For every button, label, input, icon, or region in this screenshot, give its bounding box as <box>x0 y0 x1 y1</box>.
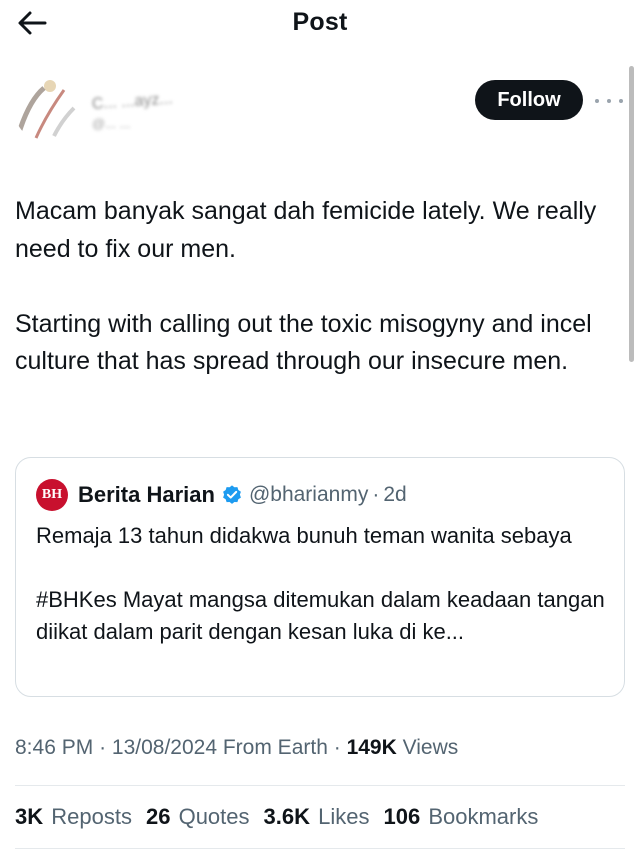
author-avatar[interactable] <box>14 76 80 142</box>
post-paragraph: Starting with calling out the toxic miso… <box>15 309 592 376</box>
engagement-stats: 3K Reposts 26 Quotes 3.6K Likes 106 Book… <box>15 804 552 830</box>
divider <box>15 785 625 786</box>
more-options-button[interactable] <box>595 94 623 108</box>
separator-dot: · <box>99 736 107 759</box>
avatar-image <box>14 76 80 142</box>
berita-harian-logo: BH <box>36 479 68 511</box>
reposts-stat[interactable]: 3K Reposts <box>15 804 132 830</box>
views-label: Views <box>402 736 459 759</box>
post-meta: 8:46 PM · 13/08/2024 From Earth · 149K V… <box>15 736 458 760</box>
separator-dot: · <box>372 483 380 506</box>
scrollbar[interactable] <box>629 66 634 362</box>
more-horizontal-icon <box>619 99 623 103</box>
separator-dot: · <box>333 736 341 759</box>
author-identity[interactable]: C... ...ayz... @... ... <box>91 90 312 136</box>
quoted-paragraph: Remaja 13 tahun didakwa bunuh teman wani… <box>36 523 572 548</box>
quoted-post-card[interactable]: BH Berita Harian @bharianmy · 2d Remaja … <box>15 457 625 697</box>
verified-badge-icon <box>221 484 243 506</box>
quoted-post-body: Remaja 13 tahun didakwa bunuh teman wani… <box>36 520 611 648</box>
post-source: From Earth <box>222 736 328 759</box>
post-time: 8:46 PM <box>15 736 94 759</box>
author-name: C... ...ayz... <box>91 90 174 113</box>
post-paragraph: Macam banyak sangat dah femicide lately.… <box>15 197 597 263</box>
post-date: 13/08/2024 <box>111 736 218 759</box>
author-row: C... ...ayz... @... ... Follow <box>0 66 640 146</box>
author-handle: @... ... <box>92 116 131 131</box>
views-count[interactable]: 149K <box>347 736 397 759</box>
post-body: Macam banyak sangat dah femicide lately.… <box>15 193 615 381</box>
top-bar: Post <box>0 0 640 46</box>
more-horizontal-icon <box>607 99 611 103</box>
follow-button[interactable]: Follow <box>475 80 583 120</box>
page-title: Post <box>292 8 348 36</box>
likes-stat[interactable]: 3.6K Likes <box>264 804 370 830</box>
more-horizontal-icon <box>595 99 599 103</box>
quoted-post-header: BH Berita Harian @bharianmy · 2d <box>36 478 407 512</box>
quoted-paragraph: #BHKes Mayat mangsa ditemukan dalam kead… <box>36 587 605 644</box>
quotes-stat[interactable]: 26 Quotes <box>146 804 250 830</box>
quoted-author-name[interactable]: Berita Harian <box>78 482 215 508</box>
quoted-post-time: 2d <box>383 483 407 506</box>
divider <box>15 848 625 849</box>
quoted-author-handle[interactable]: @bharianmy <box>249 483 368 507</box>
bookmarks-stat[interactable]: 106 Bookmarks <box>383 804 538 830</box>
